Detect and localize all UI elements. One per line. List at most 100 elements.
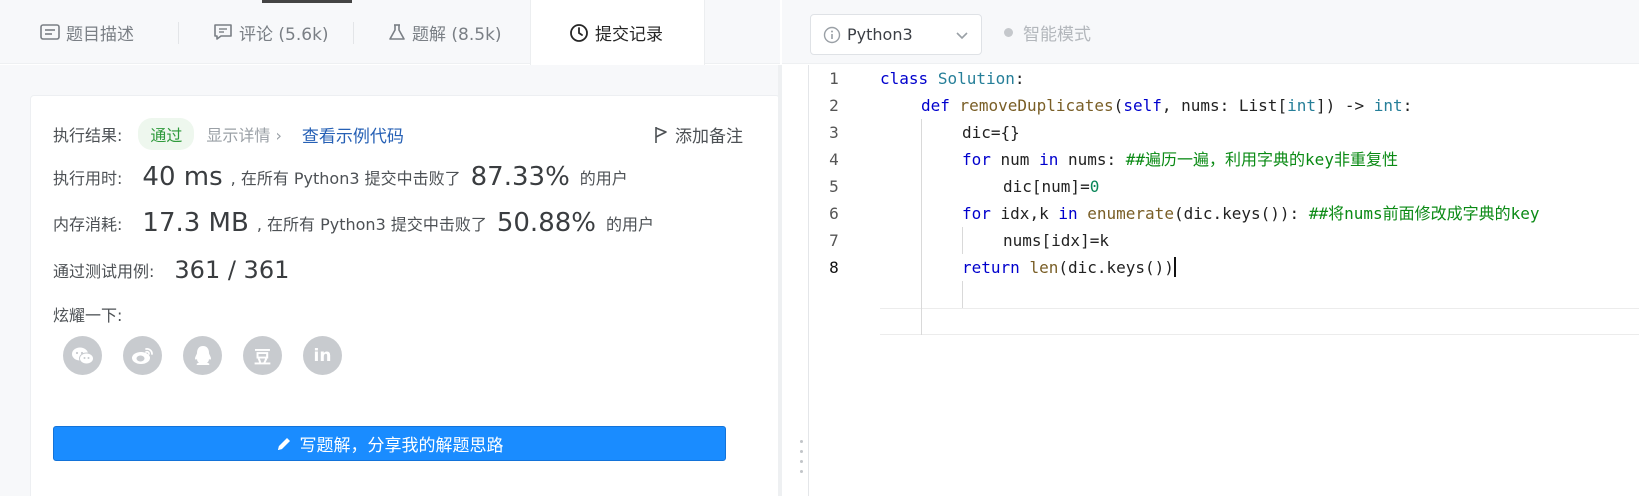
language-select[interactable]: Python3	[810, 14, 982, 55]
code-text: , nums: List[	[1161, 96, 1288, 115]
keyword: class	[880, 69, 929, 88]
runtime-percent: 87.33%	[470, 162, 570, 192]
runtime-value: 40 ms	[142, 162, 223, 192]
code-comment: ##遍历一遍，利用字典的key非重复性	[1125, 150, 1398, 169]
runtime-suffix: 的用户	[579, 169, 628, 188]
result-label: 执行结果:	[53, 126, 123, 145]
line-number: 6	[829, 204, 839, 223]
wechat-icon[interactable]	[63, 336, 102, 375]
douban-icon[interactable]: 豆	[243, 336, 282, 375]
pencil-icon	[276, 436, 292, 452]
memory-beat-text: , 在所有 Python3 提交中击败了	[256, 215, 487, 234]
line-number: 1	[829, 69, 839, 88]
runtime-beat-text: , 在所有 Python3 提交中击败了	[230, 169, 461, 188]
type-name: int	[1287, 96, 1316, 115]
builtin-function: len	[1029, 258, 1059, 277]
douban-glyph: 豆	[254, 348, 271, 368]
function-name: removeDuplicates	[959, 96, 1114, 115]
line-number: 3	[829, 123, 839, 142]
editor-toolbar: Python3 智能模式	[782, 0, 1639, 64]
view-example-code-link[interactable]: 查看示例代码	[302, 122, 404, 147]
tab-label: 提交记录	[595, 25, 663, 45]
info-icon	[823, 26, 841, 44]
tests-label: 通过测试用例:	[53, 262, 155, 281]
code-text: ]) ->	[1315, 96, 1374, 115]
resize-handle[interactable]	[798, 440, 804, 496]
tab-label: 题解 (8.5k)	[412, 24, 502, 45]
tab-description[interactable]: 题目描述	[22, 0, 152, 64]
memory-row: 内存消耗: 17.3 MB , 在所有 Python3 提交中击败了 50.88…	[53, 208, 654, 238]
tab-separator	[353, 22, 354, 44]
description-icon	[40, 24, 60, 40]
clock-icon	[569, 23, 589, 43]
code-text: (dic.keys()):	[1173, 204, 1309, 223]
linkedin-glyph: in	[313, 345, 332, 366]
problem-tab-bar: 题目描述 评论 (5.6k) 题解 (8.5k) 提交记录	[0, 0, 780, 65]
code-text: dic={}	[962, 123, 1020, 142]
keyword: return	[962, 258, 1020, 277]
code-text: num	[990, 150, 1040, 169]
number-literal: 0	[1089, 177, 1100, 196]
leetcode-submission-page: 题目描述 评论 (5.6k) 题解 (8.5k) 提交记录 Python3 智能…	[0, 0, 1639, 496]
add-note-button[interactable]: 添加备注	[653, 122, 743, 147]
code-line-1: class Solution:	[880, 65, 1025, 92]
language-value: Python3	[847, 25, 913, 44]
submission-result-card: 执行结果: 通过 显示详情 › 查看示例代码 添加备注 执行用时: 40 ms …	[30, 95, 780, 496]
weibo-icon[interactable]	[123, 336, 162, 375]
runtime-row: 执行用时: 40 ms , 在所有 Python3 提交中击败了 87.33% …	[53, 162, 628, 192]
code-editor[interactable]: 1 2 3 4 5 6 7 8 class Solution: def remo…	[810, 65, 1639, 496]
punct: :	[1402, 96, 1413, 115]
result-row: 执行结果: 通过 显示详情 › 查看示例代码	[53, 118, 404, 150]
code-line-3: dic={}	[880, 119, 1020, 146]
tab-submissions[interactable]: 提交记录	[530, 0, 705, 65]
code-text: (dic.keys())	[1058, 258, 1174, 277]
self-param: self	[1123, 96, 1162, 115]
share-row: 炫耀一下:	[53, 302, 122, 326]
code-line-2: def removeDuplicates(self, nums: List[in…	[880, 92, 1412, 119]
memory-percent: 50.88%	[496, 208, 596, 238]
comment-icon	[213, 23, 233, 41]
code-text: idx,k	[990, 204, 1059, 223]
line-number: 5	[829, 177, 839, 196]
punct: :	[1014, 69, 1025, 88]
flag-icon	[653, 126, 669, 144]
line-number: 7	[829, 231, 839, 250]
text-cursor	[1173, 257, 1176, 277]
indent-guide	[962, 281, 963, 308]
status-dot	[1004, 28, 1013, 37]
class-name: Solution	[937, 69, 1015, 88]
keyword: def	[921, 96, 950, 115]
code-line-5: dic[num]=0	[880, 173, 1099, 200]
active-line-highlight	[880, 308, 1639, 335]
line-number: 4	[829, 150, 839, 169]
runtime-label: 执行用时:	[53, 169, 123, 188]
keyword: in	[1039, 150, 1059, 169]
add-note-label: 添加备注	[675, 127, 743, 147]
type-name: int	[1373, 96, 1403, 115]
tab-comments[interactable]: 评论 (5.6k)	[195, 0, 347, 64]
tab-solutions[interactable]: 题解 (8.5k)	[370, 0, 520, 64]
editor-border	[808, 65, 809, 496]
code-line-7: nums[idx]=k	[880, 227, 1109, 254]
qq-icon[interactable]	[183, 336, 222, 375]
builtin-function: enumerate	[1087, 204, 1174, 223]
write-solution-button[interactable]: 写题解，分享我的解题思路	[53, 426, 726, 461]
submission-panel: 执行结果: 通过 显示详情 › 查看示例代码 添加备注 执行用时: 40 ms …	[0, 65, 780, 496]
linkedin-icon[interactable]: in	[303, 336, 342, 375]
tab-label: 题目描述	[66, 24, 134, 45]
tab-label: 评论 (5.6k)	[239, 24, 329, 45]
tab-separator	[178, 22, 179, 44]
code-line-4: for num in nums: ##遍历一遍，利用字典的key非重复性	[880, 146, 1398, 173]
smart-mode-label: 智能模式	[1023, 25, 1091, 45]
status-badge: 通过	[138, 118, 195, 150]
show-details-link[interactable]: 显示详情 ›	[206, 122, 282, 146]
panel-divider[interactable]	[778, 65, 782, 496]
memory-value: 17.3 MB	[142, 208, 249, 238]
write-solution-label: 写题解，分享我的解题思路	[299, 436, 504, 456]
code-text: dic[num]=	[1003, 177, 1090, 196]
code-line-6: for idx,k in enumerate(dic.keys()): ##将n…	[880, 200, 1540, 227]
memory-suffix: 的用户	[605, 215, 654, 234]
smart-mode-toggle[interactable]: 智能模式	[1004, 20, 1091, 45]
